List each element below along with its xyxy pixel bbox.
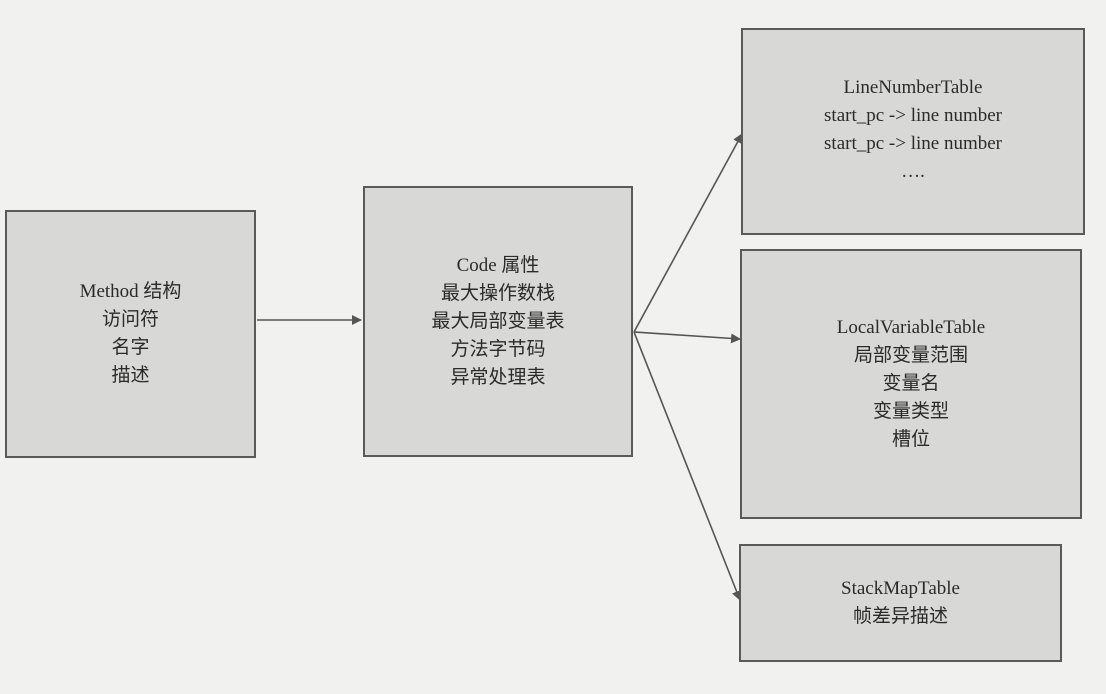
method-structure-box: Method 结构 访问符 名字 描述 — [5, 210, 256, 458]
code-max-stack: 最大操作数栈 — [440, 282, 555, 304]
lvt-type: 变量类型 — [872, 401, 949, 422]
arrow-code-to-local-variable-table — [633, 331, 741, 344]
code-attribute-box: Code 属性 最大操作数栈 最大局部变量表 方法字节码 异常处理表 — [363, 186, 633, 457]
lvt-title: LocalVariableTable — [836, 317, 986, 338]
line-number-table-box: LineNumberTable start_pc -> line number … — [741, 28, 1085, 235]
lvt-slot: 槽位 — [891, 429, 930, 450]
lnt-ellipsis: …. — [901, 161, 925, 182]
smt-description: 帧差异描述 — [852, 606, 948, 627]
lnt-title: LineNumberTable — [843, 77, 983, 98]
method-access-flags: 访问符 — [101, 309, 159, 330]
code-exception-table: 异常处理表 — [450, 366, 546, 388]
lvt-name: 变量名 — [882, 373, 940, 394]
lnt-entry: start_pc -> line number — [824, 105, 1002, 126]
stack-map-table-box: StackMapTable 帧差异描述 — [739, 544, 1062, 662]
lvt-range: 局部变量范围 — [853, 345, 968, 366]
arrow-code-to-line-number-table — [633, 133, 743, 333]
method-name: 名字 — [111, 337, 150, 358]
local-variable-table-box: LocalVariableTable 局部变量范围 变量名 变量类型 槽位 — [740, 249, 1082, 519]
method-descriptor: 描述 — [111, 365, 150, 386]
code-title: Code 属性 — [456, 254, 540, 276]
code-max-locals: 最大局部变量表 — [431, 310, 565, 332]
method-title: Method 结构 — [79, 281, 182, 302]
code-bytecode: 方法字节码 — [450, 338, 546, 360]
diagram-canvas: Method 结构 访问符 名字 描述 Code 属性 最大操作数栈 最大局部变… — [0, 0, 1106, 694]
smt-title: StackMapTable — [841, 578, 960, 599]
arrow-code-to-stack-map-table — [633, 331, 742, 601]
lnt-entry: start_pc -> line number — [824, 133, 1002, 154]
